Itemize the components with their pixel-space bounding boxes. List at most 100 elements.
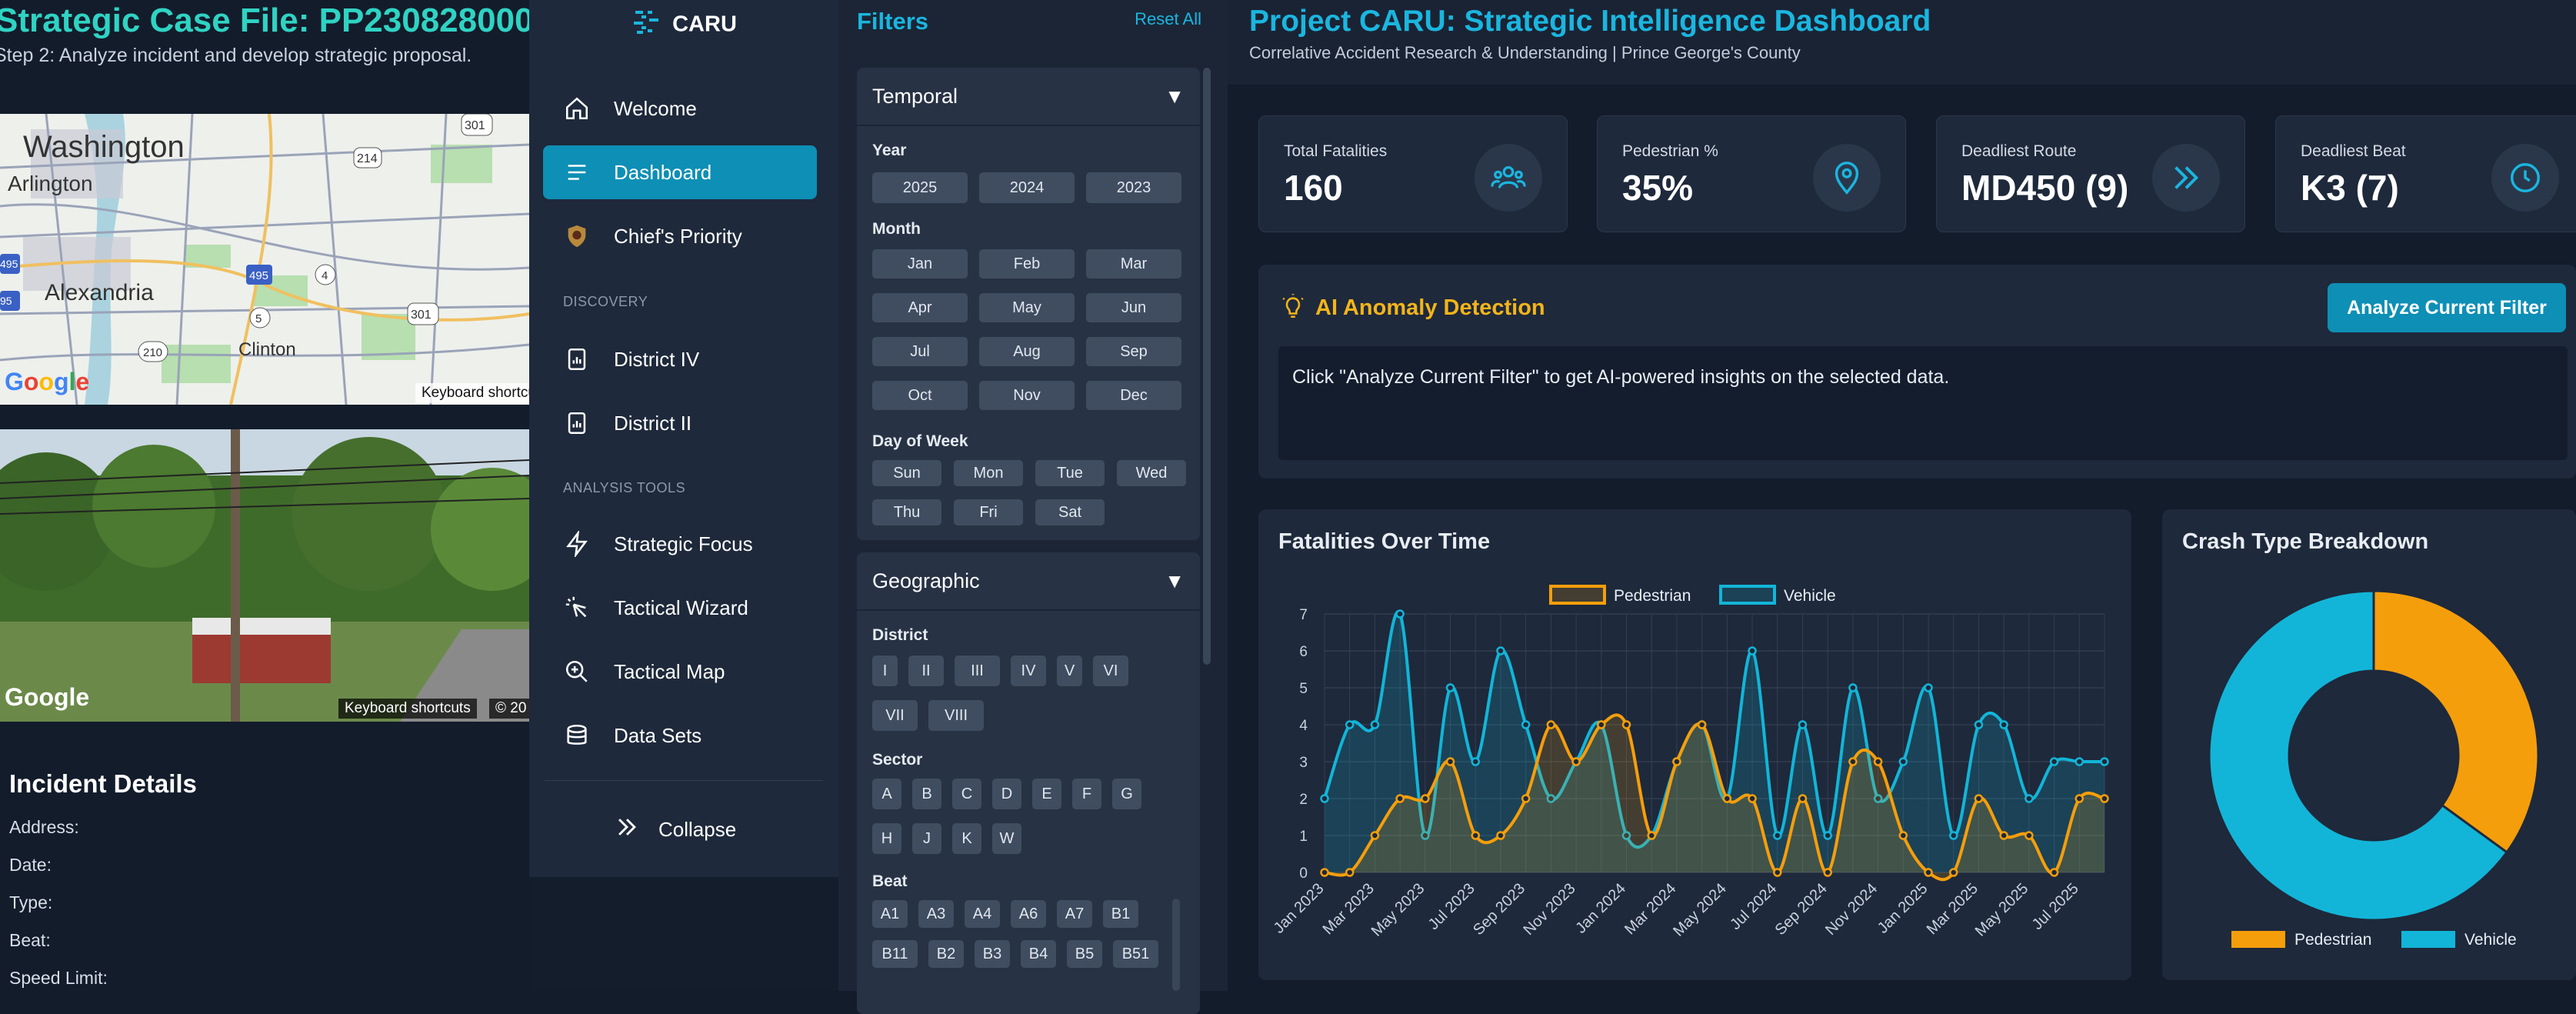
data-point-pedestrian [1320,868,1329,877]
year-chip[interactable]: 2024 [979,172,1075,203]
nav-section-analysis-tools: ANALYSIS TOOLS [563,480,686,495]
sector-chip[interactable]: B [912,779,941,809]
nav-item-strategic-focus[interactable]: Strategic Focus [543,517,817,571]
month-chip[interactable]: Aug [979,337,1075,366]
streetview-keyboard-shortcuts[interactable]: Keyboard shortcuts [338,699,477,719]
nav-item-district-iv[interactable]: District IV [543,332,817,386]
beat-chip[interactable]: B1 [1103,900,1138,928]
dashboard-subtitle: Correlative Accident Research & Understa… [1249,43,1801,62]
beat-chip[interactable]: B2 [928,940,964,968]
year-chip[interactable]: 2025 [872,172,968,203]
sector-chip[interactable]: K [952,823,981,854]
district-chip[interactable]: VIII [928,700,984,731]
chart-doc-icon [563,409,591,437]
sector-chip[interactable]: G [1112,779,1141,809]
map-keyboard-shortcuts[interactable]: Keyboard shortcu [415,383,529,403]
sector-chip[interactable]: H [872,823,901,854]
beat-chip[interactable]: B3 [975,940,1010,968]
filters-scrollbar[interactable] [1203,68,1211,665]
data-point-pedestrian [1370,831,1380,840]
geographic-header[interactable]: Geographic ▼ [857,552,1200,611]
sector-chip[interactable]: E [1032,779,1061,809]
data-point-pedestrian [1546,720,1556,729]
month-chip[interactable]: Feb [979,249,1075,279]
nav-item-tactical-wizard[interactable]: Tactical Wizard [543,581,817,635]
month-chip[interactable]: Apr [872,293,968,322]
beat-chip[interactable]: B5 [1067,940,1102,968]
y-tick-label: 2 [1299,792,1308,808]
nav-item-chiefs-priority[interactable]: Chief's Priority [543,209,817,263]
day-chip[interactable]: Fri [954,499,1023,525]
data-point-vehicle [1798,720,1808,729]
nav-item-dashboard[interactable]: Dashboard [543,145,817,199]
district-chip[interactable]: V [1057,655,1082,686]
google-logo-streetview: Google [5,683,90,711]
month-chip[interactable]: Jan [872,249,968,279]
sector-chip[interactable]: D [992,779,1021,809]
month-chip[interactable]: Dec [1086,381,1181,410]
data-point-vehicle [1848,683,1858,692]
x-tick-label: Jan 2023 [1271,880,1328,937]
nav-item-data-sets[interactable]: Data Sets [543,709,817,762]
nav-item-district-ii[interactable]: District II [543,396,817,450]
district-chip[interactable]: IV [1011,655,1046,686]
sector-chip[interactable]: A [872,779,901,809]
nav-item-welcome[interactable]: Welcome [543,82,817,135]
day-chip[interactable]: Sat [1035,499,1105,525]
svg-text:95: 95 [0,295,12,307]
kpi-pedestrian-pct: Pedestrian % 35% [1597,115,1906,232]
incident-map[interactable]: Washington Arlington Alexandria Clinton … [0,114,529,405]
analyze-current-filter-button[interactable]: Analyze Current Filter [2328,283,2566,332]
day-chip[interactable]: Tue [1035,460,1105,486]
day-chip[interactable]: Wed [1117,460,1186,486]
data-point-vehicle [1320,794,1329,803]
month-chip[interactable]: Jun [1086,293,1181,322]
data-point-pedestrian [1621,720,1631,729]
beat-chip[interactable]: A4 [965,900,1000,928]
month-chip[interactable]: Oct [872,381,968,410]
kpi-label: Deadliest Beat [2301,142,2406,160]
beat-chip[interactable]: B51 [1113,940,1158,968]
reset-all-link[interactable]: Reset All [1135,9,1201,29]
data-point-vehicle [2049,757,2059,766]
ai-anomaly-card: AI Anomaly Detection Analyze Current Fil… [1258,265,2576,479]
district-chip[interactable]: VI [1093,655,1128,686]
sector-chip[interactable]: J [912,823,941,854]
collapse-button[interactable]: Collapse [614,814,736,846]
geographic-scrollbar[interactable] [1172,899,1180,991]
year-chip[interactable]: 2023 [1086,172,1181,203]
district-chip[interactable]: II [908,655,944,686]
street-view[interactable]: Google Keyboard shortcuts © 20 [0,429,529,722]
district-chip[interactable]: III [955,655,1000,686]
month-chip[interactable]: Mar [1086,249,1181,279]
day-chip[interactable]: Sun [872,460,941,486]
temporal-header[interactable]: Temporal ▼ [857,68,1200,126]
district-chip[interactable]: VII [872,700,918,731]
beat-chip[interactable]: A7 [1057,900,1092,928]
brand-name: CARU [672,12,737,37]
beat-chip[interactable]: A6 [1011,900,1046,928]
beat-chip[interactable]: B4 [1021,940,1056,968]
sector-chip[interactable]: W [992,823,1021,854]
beat-chip[interactable]: A3 [918,900,954,928]
brand[interactable]: CARU [529,6,838,43]
y-tick-label: 6 [1299,644,1308,660]
data-point-vehicle [1496,646,1505,655]
month-chip[interactable]: Jul [872,337,968,366]
month-chip[interactable]: May [979,293,1075,322]
data-point-vehicle [2100,757,2109,766]
month-chip[interactable]: Sep [1086,337,1181,366]
sector-chip[interactable]: C [952,779,981,809]
nav-item-tactical-map[interactable]: Tactical Map [543,645,817,699]
month-chip[interactable]: Nov [979,381,1075,410]
district-chip[interactable]: I [872,655,898,686]
sector-chip[interactable]: F [1072,779,1101,809]
day-chip[interactable]: Thu [872,499,941,525]
svg-text:301: 301 [465,119,485,132]
day-chip[interactable]: Mon [954,460,1023,486]
kpi-label: Deadliest Route [1961,142,2077,160]
x-tick-label: Jul 2025 [2029,880,2082,933]
beat-chip[interactable]: B11 [872,940,918,968]
beat-chip[interactable]: A1 [872,900,908,928]
nav-label-data-sets: Data Sets [614,723,702,747]
